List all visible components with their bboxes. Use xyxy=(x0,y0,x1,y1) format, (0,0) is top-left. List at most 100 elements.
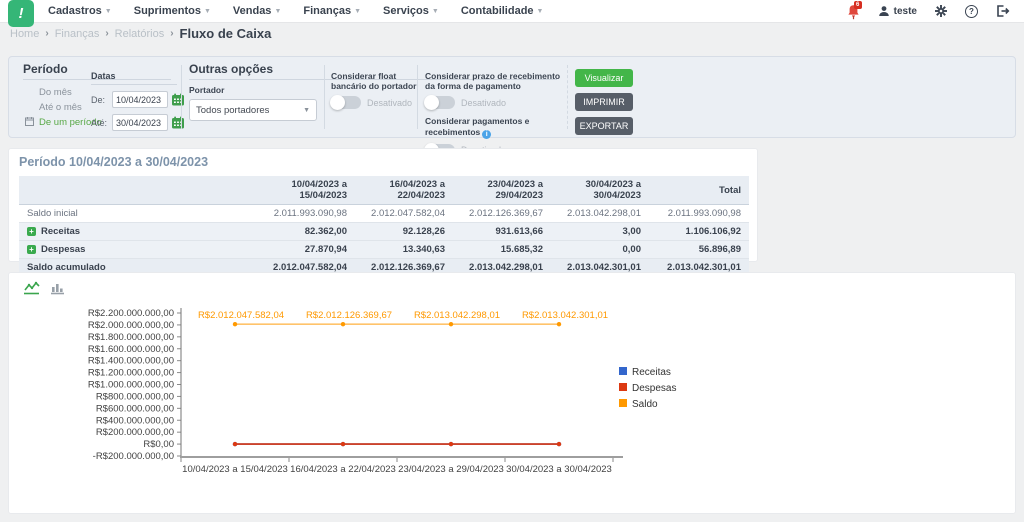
table-row: +Receitas 82.362,00 92.128,26 931.613,66… xyxy=(19,223,749,241)
point-label: R$2.012.047.582,04 xyxy=(198,310,284,321)
x-axis-tick-label: 16/04/2023 a 22/04/2023 xyxy=(290,464,396,475)
toggle-prazo-label: Considerar prazo de recebimento da forma… xyxy=(425,71,563,91)
line-chart-icon[interactable] xyxy=(23,281,40,300)
exportar-button[interactable]: EXPORTAR xyxy=(575,117,633,135)
portador-select[interactable]: Todos portadores ▼ xyxy=(189,99,317,121)
toggle-prazo-switch[interactable] xyxy=(425,96,455,109)
date-from-input[interactable] xyxy=(112,91,168,108)
data-point xyxy=(449,322,453,326)
menu-suprimentos[interactable]: Suprimentos▼ xyxy=(134,5,211,17)
cell-value: 15.685,32 xyxy=(453,241,551,259)
breadcrumb-financas[interactable]: Finanças xyxy=(55,28,100,40)
menu-label: Cadastros xyxy=(48,5,102,17)
toggle-prazo-state: Desativado xyxy=(461,98,506,108)
datas-block: Datas De: Até: xyxy=(91,71,177,137)
menu-label: Suprimentos xyxy=(134,5,201,17)
date-to-row: Até: xyxy=(91,114,177,131)
calendar-icon[interactable] xyxy=(171,115,185,130)
toggle-float-switch[interactable] xyxy=(331,96,361,109)
row-label: Receitas xyxy=(41,226,80,237)
bar-chart-icon[interactable] xyxy=(50,281,65,300)
cashflow-line-chart: R$2.200.000.000,00R$2.000.000.000,00R$1.… xyxy=(9,301,1015,501)
chart-type-switcher xyxy=(23,281,65,300)
data-point xyxy=(449,442,453,446)
legend-label: Despesas xyxy=(632,383,676,394)
menu-label: Serviços xyxy=(383,5,429,17)
visualizar-button[interactable]: Visualizar xyxy=(575,69,633,87)
toggle-float-state: Desativado xyxy=(367,98,412,108)
menu-cadastros[interactable]: Cadastros▼ xyxy=(48,5,112,17)
menu-label: Vendas xyxy=(233,5,272,17)
column-header: 23/04/2023 a 29/04/2023 xyxy=(453,176,551,205)
cell-value: 2.013.042.298,01 xyxy=(551,205,649,223)
data-point xyxy=(233,442,237,446)
x-axis-tick-label: 30/04/2023 a 30/04/2023 xyxy=(506,464,612,475)
chevron-down-icon: ▼ xyxy=(432,8,439,15)
table-header-row: 10/04/2023 a 15/04/2023 16/04/2023 a 22/… xyxy=(19,176,749,205)
divider xyxy=(181,65,182,129)
navbar-right: 6 teste xyxy=(846,3,1010,20)
legend-swatch xyxy=(619,367,627,375)
app-logo[interactable]: ! xyxy=(8,0,34,27)
user-icon xyxy=(878,5,890,17)
menu-label: Finanças xyxy=(303,5,351,17)
point-label: R$2.013.042.298,01 xyxy=(414,310,500,321)
report-period-title: Período 10/04/2023 a 30/04/2023 xyxy=(19,155,747,169)
portador-label: Portador xyxy=(189,85,317,95)
user-name: teste xyxy=(894,6,917,17)
y-axis-tick-label: R$1.600.000.000,00 xyxy=(88,344,174,355)
legend-swatch xyxy=(619,399,627,407)
toggle-pagamentos-label: Considerar pagamentos e recebimentosi xyxy=(425,116,563,138)
toggle-knob xyxy=(424,95,439,110)
y-axis-tick-label: R$400.000.000,00 xyxy=(96,415,174,426)
expand-plus-icon[interactable]: + xyxy=(27,245,36,254)
row-label: Saldo inicial xyxy=(19,205,257,223)
menu-vendas[interactable]: Vendas▼ xyxy=(233,5,281,17)
data-point xyxy=(341,442,345,446)
info-icon[interactable]: i xyxy=(482,130,491,139)
column-header: 30/04/2023 a 30/04/2023 xyxy=(551,176,649,205)
breadcrumb-separator: › xyxy=(45,28,48,39)
breadcrumb-separator: › xyxy=(105,28,108,39)
chevron-down-icon: ▼ xyxy=(105,8,112,15)
cell-value: 56.896,89 xyxy=(649,241,749,259)
menu-financas[interactable]: Finanças▼ xyxy=(303,5,361,17)
menu-servicos[interactable]: Serviços▼ xyxy=(383,5,439,17)
date-to-input[interactable] xyxy=(112,114,168,131)
calendar-icon[interactable] xyxy=(171,92,185,107)
table-row: Saldo inicial 2.011.993.090,98 2.012.047… xyxy=(19,205,749,223)
date-to-label: Até: xyxy=(91,118,109,128)
label-text: Considerar pagamentos e recebimentos xyxy=(425,116,529,136)
notifications-bell-icon[interactable]: 6 xyxy=(846,3,861,20)
toggle-float-label: Considerar float bancário do portador xyxy=(331,71,417,91)
logout-icon[interactable] xyxy=(995,4,1010,18)
y-axis-tick-label: R$1.400.000.000,00 xyxy=(88,356,174,367)
y-axis-tick-label: R$2.000.000.000,00 xyxy=(88,320,174,331)
menu-contabilidade[interactable]: Contabilidade▼ xyxy=(461,5,544,17)
data-point xyxy=(233,322,237,326)
page-title: Fluxo de Caixa xyxy=(180,26,272,41)
cell-value: 13.340,63 xyxy=(355,241,453,259)
legend-label: Saldo xyxy=(632,399,658,410)
toggle-prazo-block: Considerar prazo de recebimento da forma… xyxy=(425,71,563,157)
data-point xyxy=(557,322,561,326)
date-from-row: De: xyxy=(91,91,177,108)
date-from-label: De: xyxy=(91,95,109,105)
chevron-down-icon: ▼ xyxy=(204,8,211,15)
y-axis-tick-label: R$800.000.000,00 xyxy=(96,391,174,402)
chevron-down-icon: ▼ xyxy=(537,8,544,15)
cell-value: 1.106.106,92 xyxy=(649,223,749,241)
cell-value: 82.362,00 xyxy=(257,223,355,241)
help-icon[interactable]: ? xyxy=(965,5,978,18)
divider-dashed xyxy=(567,65,568,129)
expand-plus-icon[interactable]: + xyxy=(27,227,36,236)
user-menu[interactable]: teste xyxy=(878,5,917,17)
chevron-down-icon: ▼ xyxy=(274,8,281,15)
y-axis-tick-label: R$1.000.000.000,00 xyxy=(88,380,174,391)
breadcrumb-home[interactable]: Home xyxy=(10,28,39,40)
cell-value: 931.613,66 xyxy=(453,223,551,241)
imprimir-button[interactable]: IMPRIMIR xyxy=(575,93,633,111)
settings-gear-icon[interactable] xyxy=(934,4,948,18)
breadcrumb-relatorios[interactable]: Relatórios xyxy=(115,28,165,40)
legend-swatch xyxy=(619,383,627,391)
